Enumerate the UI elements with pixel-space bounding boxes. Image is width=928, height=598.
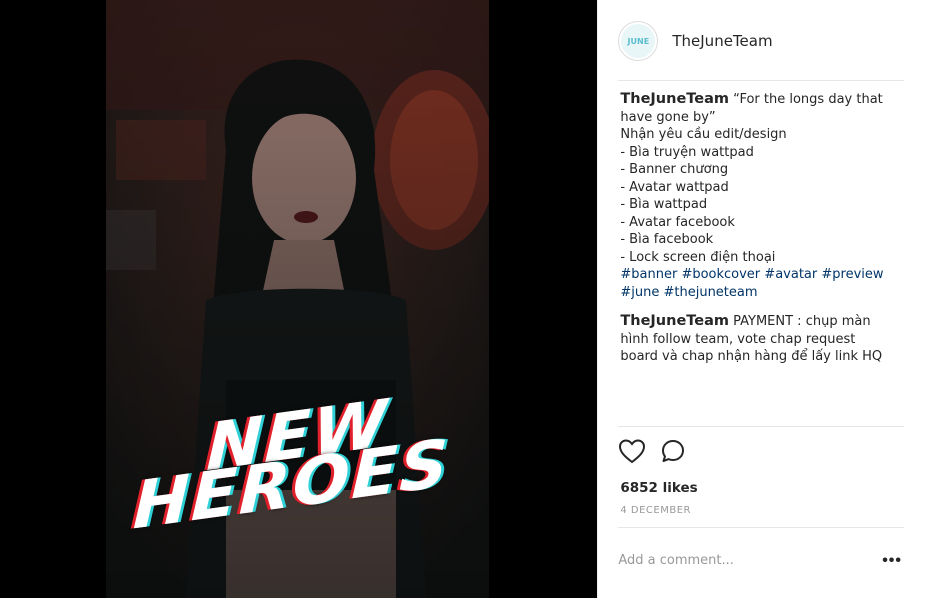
post-container: NEW HEROES JUNE TheJuneTeam TheJuneTeam … xyxy=(0,0,928,598)
divider xyxy=(618,426,904,427)
action-bar xyxy=(618,438,686,469)
post-media: NEW HEROES xyxy=(0,0,598,598)
more-options-icon[interactable]: ••• xyxy=(882,552,902,570)
post-sidebar: JUNE TheJuneTeam TheJuneTeam “For the lo… xyxy=(597,0,928,598)
hashtag-link[interactable]: #avatar xyxy=(764,267,817,282)
caption-line: - Avatar facebook xyxy=(620,214,735,230)
comment-icon[interactable] xyxy=(660,438,686,469)
divider xyxy=(618,527,904,528)
caption-username[interactable]: TheJuneTeam xyxy=(620,91,729,107)
post-photo[interactable]: NEW HEROES xyxy=(106,0,489,598)
hashtag-link[interactable]: #thejuneteam xyxy=(663,285,757,300)
caption-line: Nhận yêu cầu edit/design xyxy=(620,127,787,142)
caption-line: - Avatar wattpad xyxy=(620,179,729,195)
hashtag-link[interactable]: #preview xyxy=(821,267,883,282)
caption-line: - Bìa wattpad xyxy=(620,197,708,212)
comment: TheJuneTeam PAYMENT : chụp màn hình foll… xyxy=(620,313,896,366)
heart-icon[interactable] xyxy=(618,438,646,469)
post-header: JUNE TheJuneTeam xyxy=(618,20,904,62)
add-comment-input[interactable]: Add a comment... xyxy=(618,553,734,568)
hashtag-link[interactable]: #june xyxy=(620,285,659,300)
comment-username[interactable]: TheJuneTeam xyxy=(620,313,729,329)
likes-count[interactable]: 6852 likes xyxy=(620,480,697,496)
caption-line: - Bìa facebook xyxy=(620,232,714,247)
divider xyxy=(618,80,904,81)
hashtags: #banner #bookcover #avatar #preview #jun… xyxy=(620,267,883,300)
caption-line: - Banner chương xyxy=(620,162,729,177)
caption: TheJuneTeam “For the longs day that have… xyxy=(620,91,896,301)
caption-line: - Lock screen điện thoại xyxy=(620,249,776,265)
avatar-logo: JUNE xyxy=(621,24,656,58)
caption-line: - Bìa truyện wattpad xyxy=(620,144,754,160)
header-username[interactable]: TheJuneTeam xyxy=(672,32,772,50)
hashtag-link[interactable]: #banner xyxy=(620,267,677,282)
hashtag-link[interactable]: #bookcover xyxy=(681,267,760,282)
post-date: 4 DECEMBER xyxy=(620,505,691,516)
avatar[interactable]: JUNE xyxy=(618,21,659,61)
